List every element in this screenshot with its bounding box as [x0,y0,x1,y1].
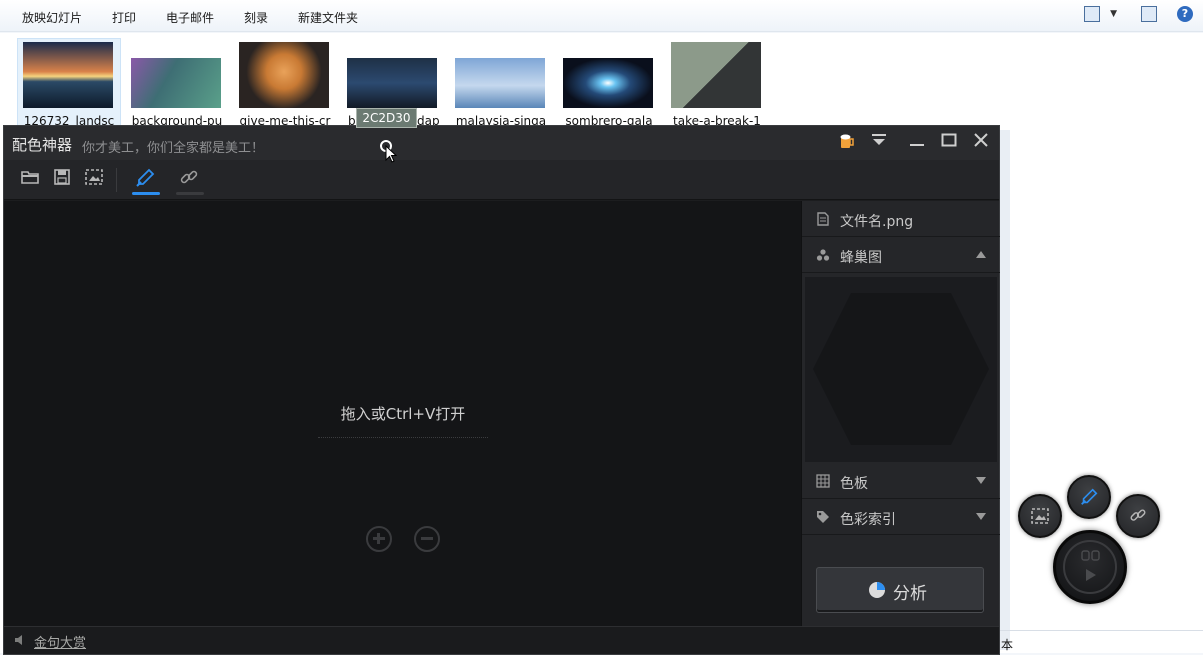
minimize-icon[interactable] [906,132,928,154]
analyze-button[interactable]: 分析 [816,567,984,613]
file-thumbnail[interactable] [455,58,545,108]
eyedropper-icon [1081,488,1098,505]
status-bar: 金句大赏 [4,626,999,654]
menu-burn[interactable]: 刻录 [244,9,268,26]
tool-indicator [176,192,204,195]
zoom-in-icon[interactable] [366,526,392,552]
zoom-out-icon[interactable] [414,526,440,552]
explorer-status-text: 本 [1001,638,1014,652]
explorer-toolbar: 放映幻灯片 打印 电子邮件 刻录 新建文件夹 ▼ ? [0,0,1203,32]
menu-slideshow[interactable]: 放映幻灯片 [22,9,82,26]
collapse-icon[interactable] [976,251,986,258]
filename-label: 文件名.png [840,214,914,230]
link-icon[interactable] [178,167,202,191]
open-folder-icon[interactable] [20,167,44,191]
tag-icon [817,511,829,523]
sidebar: 文件名.png 蜂巢图 色板 色彩索引 分析 [801,201,1000,626]
screenshot-capture-icon [1031,508,1049,524]
close-icon[interactable] [970,132,992,154]
app-slogan: 你才美工，你们全家都是美工！ [82,141,265,156]
beer-icon[interactable] [836,132,858,154]
float-main-button[interactable] [1053,530,1127,604]
file-thumbnail[interactable] [23,42,113,108]
menu-print[interactable]: 打印 [112,9,136,26]
active-tool-indicator [132,192,160,195]
sidebar-filename-row[interactable]: 文件名.png [802,201,1000,237]
pie-chart-icon [869,582,885,598]
sidebar-palette-row[interactable]: 色板 [802,463,1000,499]
view-options-icon[interactable] [1084,6,1101,22]
save-icon[interactable] [52,167,76,191]
honeycomb-label: 蜂巢图 [840,250,882,266]
file-thumbnail[interactable] [131,58,221,108]
drop-hint-underline [318,437,488,438]
file-thumbnail[interactable] [239,42,329,108]
sidebar-honeycomb-row[interactable]: 蜂巢图 [802,237,1000,273]
float-eyedropper-button[interactable] [1067,475,1111,519]
file-thumbnail[interactable] [671,42,761,108]
color-hex-tooltip: 2C2D30 [356,108,417,128]
preview-pane-icon[interactable] [1141,6,1157,22]
title-bar[interactable]: 配色神器 你才美工，你们全家都是美工！ [4,126,999,160]
app-title: 配色神器 [12,136,73,154]
file-thumbnail[interactable] [563,58,653,108]
maximize-icon[interactable] [938,132,960,154]
help-icon[interactable]: ? [1177,6,1193,22]
toolbar-separator [116,168,117,192]
honeycomb-icon [816,249,830,261]
play-icon [1081,550,1100,581]
honeycomb-hexagon [813,293,989,445]
eyedropper-icon[interactable] [134,167,158,191]
file-thumbnail[interactable] [347,58,437,108]
speaker-icon [15,635,22,645]
explorer-edge [1000,130,1010,650]
screenshot-capture-icon[interactable] [84,167,108,191]
float-link-button[interactable] [1116,494,1160,538]
palette-grid-icon [816,474,830,488]
dropdown-menu-icon[interactable] [868,132,890,154]
mouse-pointer-icon [385,145,397,163]
menu-email[interactable]: 电子邮件 [166,9,214,26]
drop-hint: 拖入或Ctrl+V打开 [340,405,466,423]
chevron-down-icon[interactable]: ▼ [1110,9,1117,19]
link-icon [1130,509,1146,521]
analyze-label: 分析 [893,584,927,604]
image-canvas[interactable]: 拖入或Ctrl+V打开 [4,201,801,626]
explorer-status-divider [1000,630,1203,631]
color-tool-window: 配色神器 你才美工，你们全家都是美工！ 拖入或Ctrl+V打开 文件名.png … [3,125,1000,655]
palette-label: 色板 [840,476,868,492]
honeycomb-panel [805,277,997,462]
quotes-link[interactable]: 金句大赏 [34,632,86,651]
menu-new-folder[interactable]: 新建文件夹 [298,9,358,26]
sidebar-color-index-row[interactable]: 色彩索引 [802,499,1000,535]
expand-icon[interactable] [976,477,986,484]
float-screenshot-button[interactable] [1018,494,1062,538]
expand-icon[interactable] [976,513,986,520]
color-index-label: 色彩索引 [840,512,896,528]
